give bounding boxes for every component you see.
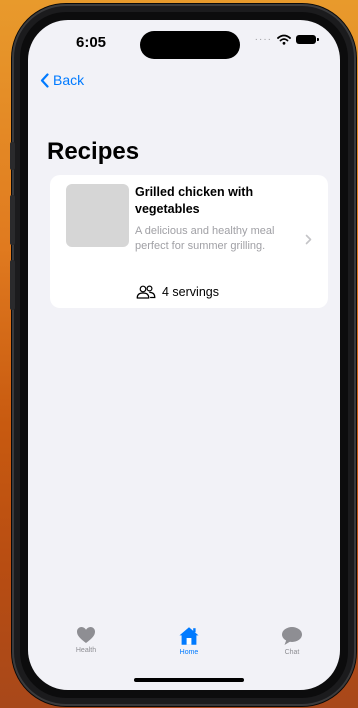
heart-icon xyxy=(77,627,95,643)
wifi-icon xyxy=(277,34,291,45)
house-icon xyxy=(179,627,199,645)
recipe-thumbnail xyxy=(66,184,129,247)
signal-dots-icon: ···· xyxy=(254,34,272,45)
back-label: Back xyxy=(53,72,85,88)
page-title: Recipes xyxy=(47,138,140,165)
recipe-description: A delicious and healthy meal perfect for… xyxy=(135,225,275,252)
recipe-card[interactable]: Grilled chicken with vegetables A delici… xyxy=(50,175,328,308)
servings-label: 4 servings xyxy=(162,285,219,299)
dynamic-island xyxy=(140,31,240,59)
servings-row: 4 servings xyxy=(136,285,219,299)
chevron-right-icon xyxy=(305,234,312,245)
screen: 6:05 ···· Back Recipes Grilled chicken w… xyxy=(28,20,340,690)
chevron-left-icon xyxy=(40,72,49,88)
status-icons: ···· xyxy=(254,34,319,45)
tab-chat-label: Chat xyxy=(284,649,300,656)
tab-chat[interactable]: Chat xyxy=(257,626,327,656)
home-indicator[interactable] xyxy=(134,678,244,682)
tab-bar: Health Home Chat xyxy=(28,626,340,666)
back-button[interactable]: Back xyxy=(40,72,84,88)
tab-health[interactable]: Health xyxy=(51,626,121,654)
tab-home-label: Home xyxy=(179,649,199,656)
recipe-title: Grilled chicken with vegetables xyxy=(135,185,254,216)
volume-down-button xyxy=(10,260,15,310)
status-bar: 6:05 ···· xyxy=(28,20,340,68)
tab-home[interactable]: Home xyxy=(154,626,224,656)
tab-health-label: Health xyxy=(75,647,97,654)
action-button xyxy=(10,142,15,170)
people-icon xyxy=(136,285,156,299)
chat-bubble-icon xyxy=(282,627,302,645)
volume-up-button xyxy=(10,195,15,245)
status-time: 6:05 xyxy=(76,34,107,51)
battery-icon xyxy=(296,35,319,44)
